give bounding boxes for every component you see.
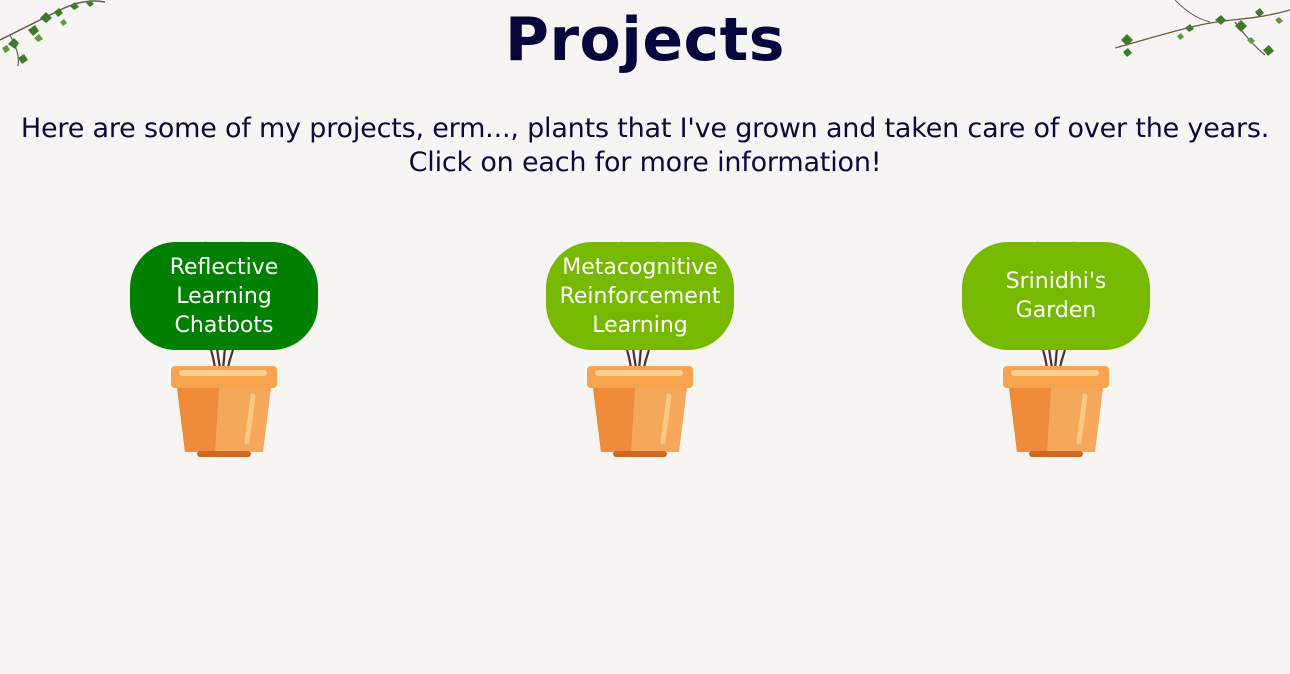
project-card-reflective-learning-chatbots[interactable]: Reflective Learning Chatbots	[129, 238, 319, 463]
project-label[interactable]: Reflective Learning Chatbots	[130, 242, 318, 350]
page-title: Projects	[504, 5, 785, 75]
project-label[interactable]: Metacognitive Reinforcement Learning	[546, 242, 734, 350]
intro-line-1: Here are some of my projects, erm..., pl…	[20, 113, 1270, 144]
project-card-metacognitive-reinforcement-learning[interactable]: Metacognitive Reinforcement Learning	[545, 238, 735, 463]
intro-line-2: Click on each for more information!	[408, 147, 882, 178]
project-label[interactable]: Srinidhi's Garden	[962, 242, 1150, 350]
intro-text: Here are some of my projects, erm..., pl…	[0, 112, 1290, 180]
project-card-srinidhis-garden[interactable]: Srinidhi's Garden	[961, 238, 1151, 463]
